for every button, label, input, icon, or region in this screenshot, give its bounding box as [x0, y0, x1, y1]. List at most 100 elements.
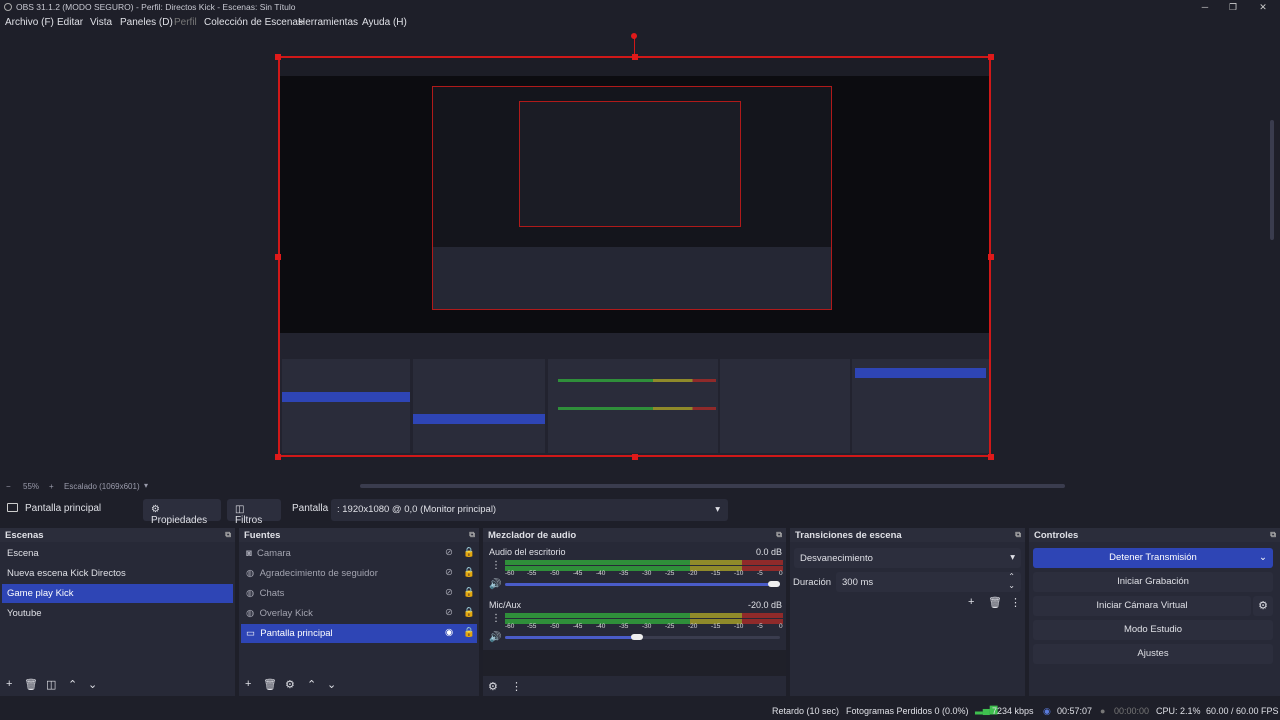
zoom-out-button[interactable]: − [6, 482, 11, 491]
trash-icon[interactable]: 🗑 [24, 678, 38, 698]
volume-fader[interactable] [505, 583, 780, 586]
move-down-icon[interactable]: ⌄ [327, 678, 336, 698]
source-item[interactable]: ◍ Chats ⊘ 🔒 [241, 584, 477, 603]
advanced-audio-icon[interactable]: ⚙ [488, 680, 498, 700]
undock-icon[interactable]: ⧉ [1015, 530, 1021, 540]
delay-status: Retardo (10 sec) [772, 706, 840, 716]
chevron-down-icon[interactable]: ⌄ [1008, 581, 1015, 590]
gear-icon[interactable]: ⚙ [285, 678, 295, 698]
eye-hidden-icon[interactable]: ⊘ [445, 607, 453, 618]
source-name: Chats [259, 588, 285, 599]
add-icon[interactable]: + [968, 596, 974, 616]
resize-handle-t[interactable] [632, 54, 638, 60]
chevron-down-icon[interactable]: ⌄ [1259, 548, 1267, 568]
tick-label: -60 [505, 570, 515, 577]
trash-icon[interactable]: 🗑 [988, 596, 1002, 616]
zoom-dropdown-icon[interactable]: ▾ [144, 481, 148, 490]
menu-vista[interactable]: Vista [90, 17, 112, 28]
stream-time: 00:57:07 [1057, 706, 1093, 716]
move-down-icon[interactable]: ⌄ [88, 678, 97, 698]
rotation-handle[interactable] [631, 33, 637, 39]
resize-handle-tr[interactable] [988, 54, 994, 60]
undock-icon[interactable]: ⧉ [469, 530, 475, 540]
kebab-menu-icon[interactable]: ⋮ [1010, 596, 1021, 616]
undock-icon[interactable]: ⧉ [1270, 530, 1276, 540]
preview-vscroll[interactable] [1270, 120, 1274, 240]
resize-handle-bl[interactable] [275, 454, 281, 460]
scene-item[interactable]: Escena [2, 544, 233, 563]
trash-icon[interactable]: 🗑 [263, 678, 277, 698]
resize-handle-tl[interactable] [275, 54, 281, 60]
kebab-menu-icon[interactable]: ⋮ [491, 560, 501, 571]
lock-icon[interactable]: 🔒 [463, 587, 475, 598]
resize-handle-br[interactable] [988, 454, 994, 460]
program-preview[interactable] [278, 56, 991, 457]
maximize-icon[interactable]: ❐ [1218, 0, 1248, 14]
undock-icon[interactable]: ⧉ [776, 530, 782, 540]
meter-ticks: -60 -55 -50 -45 -40 -35 -30 -25 -20 -15 … [505, 570, 785, 578]
speaker-icon[interactable]: 🔊 [489, 632, 501, 643]
menu-archivo[interactable]: Archivo (F) [5, 17, 54, 28]
gear-icon[interactable]: ⚙ [1253, 596, 1273, 616]
monitor-icon [7, 503, 18, 512]
minimize-icon[interactable]: ─ [1190, 0, 1220, 14]
source-item[interactable]: ◙ Camara ⊘ 🔒 [241, 544, 477, 563]
menu-paneles[interactable]: Paneles (D) [120, 17, 173, 28]
volume-knob[interactable] [631, 634, 643, 640]
menu-editar[interactable]: Editar [57, 17, 83, 28]
filter-icon[interactable]: ◫ [46, 678, 56, 698]
add-icon[interactable]: + [6, 678, 12, 698]
eye-icon[interactable]: ◉ [445, 627, 453, 638]
duration-spinbox[interactable]: 300 ms ⌃ ⌄ [836, 572, 1021, 592]
source-item[interactable]: ◍ Overlay Kick ⊘ 🔒 [241, 604, 477, 623]
undock-icon[interactable]: ⧉ [225, 530, 231, 540]
lock-icon[interactable]: 🔒 [463, 607, 475, 618]
source-item-selected[interactable]: ▭ Pantalla principal ◉ 🔒 [241, 624, 477, 643]
move-up-icon[interactable]: ⌃ [68, 678, 77, 698]
scene-item[interactable]: Nueva escena Kick Directos [2, 564, 233, 583]
chevron-up-icon[interactable]: ⌃ [1008, 572, 1015, 581]
lock-icon[interactable]: 🔒 [463, 567, 475, 578]
properties-button[interactable]: ⚙ Propiedades [143, 499, 221, 526]
scene-item[interactable]: Youtube [2, 604, 233, 623]
stop-streaming-button[interactable]: Detener Transmisión ⌄ [1033, 548, 1273, 568]
menu-ayuda[interactable]: Ayuda (H) [362, 17, 407, 28]
eye-hidden-icon[interactable]: ⊘ [445, 587, 453, 598]
eye-hidden-icon[interactable]: ⊘ [445, 547, 453, 558]
source-item[interactable]: ◍ Agradecimiento de seguidor ⊘ 🔒 [241, 564, 477, 583]
filters-button[interactable]: ◫ Filtros [227, 499, 281, 526]
transition-select[interactable]: Desvanecimiento ▾ [794, 548, 1021, 568]
start-recording-button[interactable]: Iniciar Grabación [1033, 572, 1273, 592]
record-time: 00:00:00 [1114, 706, 1150, 716]
start-virtual-camera-button[interactable]: Iniciar Cámara Virtual [1033, 596, 1251, 616]
menu-coleccion-escenas[interactable]: Colección de Escenas [204, 17, 303, 28]
menu-herramientas[interactable]: Herramientas [298, 17, 358, 28]
resize-handle-r[interactable] [988, 254, 994, 260]
kebab-menu-icon[interactable]: ⋮ [491, 613, 501, 624]
lock-icon[interactable]: 🔒 [463, 547, 475, 558]
studio-mode-button[interactable]: Modo Estudio [1033, 620, 1273, 640]
menu-perfil[interactable]: Perfil [174, 17, 197, 28]
eye-hidden-icon[interactable]: ⊘ [445, 567, 453, 578]
add-icon[interactable]: + [245, 678, 251, 698]
tick-label: -15 [711, 570, 721, 577]
settings-button[interactable]: Ajustes [1033, 644, 1273, 664]
nested-meter-2 [558, 407, 716, 410]
scene-item-selected[interactable]: Game play Kick [2, 584, 233, 603]
cpu-status: CPU: 2.1% [1156, 706, 1201, 716]
resize-handle-l[interactable] [275, 254, 281, 260]
resize-handle-b[interactable] [632, 454, 638, 460]
preview-hscroll[interactable] [360, 484, 1065, 488]
transitions-dock-header: Transiciones de escena ⧉ [790, 528, 1025, 542]
speaker-icon[interactable]: 🔊 [489, 579, 501, 590]
tick-label: -35 [619, 570, 629, 577]
zoom-in-button[interactable]: + [49, 482, 54, 491]
browser-icon: ◍ [246, 608, 255, 619]
close-icon[interactable]: ✕ [1248, 0, 1278, 14]
tick-label: -50 [550, 570, 560, 577]
move-up-icon[interactable]: ⌃ [307, 678, 316, 698]
display-select[interactable]: : 1920x1080 @ 0,0 (Monitor principal) ▾ [331, 499, 728, 521]
volume-knob[interactable] [768, 581, 780, 587]
lock-icon[interactable]: 🔒 [463, 627, 475, 638]
kebab-menu-icon[interactable]: ⋮ [511, 680, 522, 700]
